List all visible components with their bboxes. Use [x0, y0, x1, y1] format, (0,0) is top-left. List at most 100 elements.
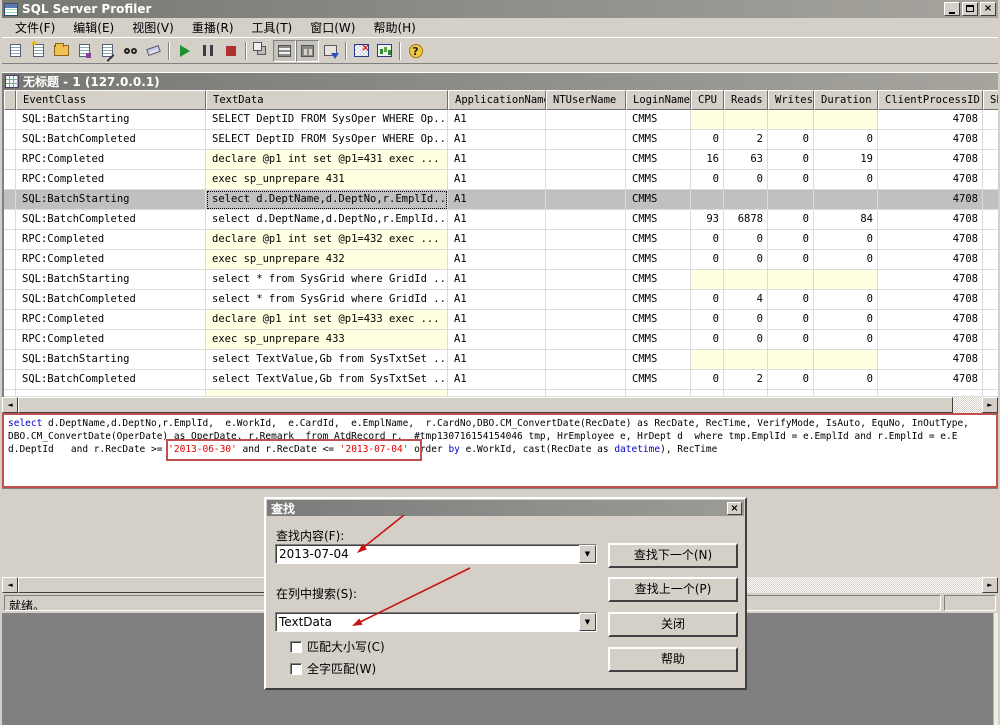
cell-spid[interactable]	[983, 350, 998, 370]
cell-writes[interactable]	[768, 390, 814, 397]
chevron-down-icon[interactable]: ▼	[579, 613, 596, 631]
cell-duration[interactable]	[814, 110, 878, 130]
cell-reads[interactable]: 6878	[724, 210, 768, 230]
checkbox-box[interactable]	[290, 641, 302, 653]
cell-reads[interactable]: 2	[724, 370, 768, 390]
cell-writes[interactable]	[768, 270, 814, 290]
new-template-icon[interactable]	[27, 40, 50, 62]
cell-applicationname[interactable]: A1	[448, 250, 546, 270]
cell-spid[interactable]	[983, 110, 998, 130]
cell-ntusername[interactable]	[546, 210, 626, 230]
checkbox-box[interactable]	[290, 663, 302, 675]
cell-applicationname[interactable]: A1	[448, 110, 546, 130]
cell-ntusername[interactable]	[546, 270, 626, 290]
cell-spid[interactable]	[983, 250, 998, 270]
cell-applicationname[interactable]: A1	[448, 370, 546, 390]
cell-ntusername[interactable]	[546, 350, 626, 370]
cell-loginname[interactable]: CMMS	[626, 210, 691, 230]
group-events-icon[interactable]	[250, 40, 273, 62]
cell-loginname[interactable]: CMMS	[626, 150, 691, 170]
cell-writes[interactable]: 0	[768, 370, 814, 390]
cell-spid[interactable]	[983, 370, 998, 390]
cell-writes[interactable]	[768, 190, 814, 210]
scroll-right-icon[interactable]: ►	[982, 577, 998, 593]
cell-duration[interactable]: 0	[814, 330, 878, 350]
cell-cpu[interactable]: 16	[691, 150, 724, 170]
cell-spid[interactable]	[983, 290, 998, 310]
cell-writes[interactable]: 0	[768, 130, 814, 150]
cell-cpu[interactable]: 93	[691, 210, 724, 230]
find-dialog-titlebar[interactable]: 查找 ×	[267, 500, 744, 516]
cell-rowselect[interactable]	[4, 230, 16, 250]
trace-window-titlebar[interactable]: 无标题 - 1 (127.0.0.1)	[2, 72, 998, 90]
cell-eventclass[interactable]: SQL:BatchStarting	[16, 350, 206, 370]
cell-eventclass[interactable]: RPC:Completed	[16, 250, 206, 270]
cell-rowselect[interactable]	[4, 390, 16, 397]
cell-writes[interactable]: 0	[768, 170, 814, 190]
cell-clientprocessid[interactable]	[878, 390, 983, 397]
cell-duration[interactable]	[814, 270, 878, 290]
cell-duration[interactable]: 0	[814, 290, 878, 310]
cell-duration[interactable]: 0	[814, 250, 878, 270]
cell-clientprocessid[interactable]: 4708	[878, 250, 983, 270]
open-trace-icon[interactable]	[50, 40, 73, 62]
cell-duration[interactable]: 84	[814, 210, 878, 230]
cell-textdata[interactable]: select d.DeptName,d.DeptNo,r.EmplId...	[206, 210, 448, 230]
cell-cpu[interactable]: 0	[691, 290, 724, 310]
cell-loginname[interactable]: CMMS	[626, 110, 691, 130]
table-row[interactable]	[4, 390, 998, 397]
grid-scroll-thumb[interactable]	[18, 397, 953, 413]
stop-trace-icon[interactable]	[219, 40, 242, 62]
cell-ntusername[interactable]	[546, 150, 626, 170]
find-prev-button[interactable]: 查找上一个(P)	[608, 577, 738, 602]
new-trace-icon[interactable]	[4, 40, 27, 62]
scroll-left-icon[interactable]: ◄	[2, 577, 18, 593]
chevron-down-icon[interactable]: ▼	[579, 545, 596, 563]
cell-loginname[interactable]: CMMS	[626, 290, 691, 310]
cell-reads[interactable]	[724, 190, 768, 210]
cell-cpu[interactable]	[691, 270, 724, 290]
cell-textdata[interactable]: select d.DeptName,d.DeptNo,r.EmplId...	[206, 190, 448, 210]
cell-duration[interactable]	[814, 190, 878, 210]
cell-rowselect[interactable]	[4, 350, 16, 370]
cell-applicationname[interactable]: A1	[448, 270, 546, 290]
cell-rowselect[interactable]	[4, 210, 16, 230]
cell-rowselect[interactable]	[4, 170, 16, 190]
cell-rowselect[interactable]	[4, 110, 16, 130]
menu-item-t[interactable]: 工具(T)	[243, 17, 302, 38]
cell-textdata[interactable]: SELECT DeptID FROM SysOper WHERE Op...	[206, 130, 448, 150]
cell-spid[interactable]	[983, 310, 998, 330]
cell-clientprocessid[interactable]: 4708	[878, 230, 983, 250]
cell-applicationname[interactable]: A1	[448, 170, 546, 190]
table-row[interactable]: SQL:BatchStartingselect d.DeptName,d.Dep…	[4, 190, 998, 210]
cell-loginname[interactable]: CMMS	[626, 370, 691, 390]
cell-cpu[interactable]: 0	[691, 310, 724, 330]
minimize-button[interactable]	[944, 2, 960, 16]
maximize-button[interactable]	[962, 2, 978, 16]
cell-writes[interactable]: 0	[768, 330, 814, 350]
cell-ntusername[interactable]	[546, 290, 626, 310]
cell-ntusername[interactable]	[546, 130, 626, 150]
cell-duration[interactable]: 0	[814, 230, 878, 250]
cell-spid[interactable]	[983, 130, 998, 150]
cell-cpu[interactable]: 0	[691, 250, 724, 270]
cell-ntusername[interactable]	[546, 110, 626, 130]
cell-cpu[interactable]	[691, 350, 724, 370]
cell-applicationname[interactable]: A1	[448, 350, 546, 370]
cell-eventclass[interactable]	[16, 390, 206, 397]
cell-writes[interactable]: 0	[768, 150, 814, 170]
cell-duration[interactable]	[814, 350, 878, 370]
cell-ntusername[interactable]	[546, 370, 626, 390]
cell-clientprocessid[interactable]: 4708	[878, 370, 983, 390]
cell-duration[interactable]: 0	[814, 370, 878, 390]
cell-clientprocessid[interactable]: 4708	[878, 110, 983, 130]
column-header-spid[interactable]: SPI	[983, 90, 998, 110]
cell-reads[interactable]	[724, 390, 768, 397]
table-row[interactable]: SQL:BatchStartingselect * from SysGrid w…	[4, 270, 998, 290]
cell-spid[interactable]	[983, 390, 998, 397]
table-row[interactable]: RPC:Completedexec sp_unprepare 433A1CMMS…	[4, 330, 998, 350]
cell-clientprocessid[interactable]: 4708	[878, 210, 983, 230]
cell-applicationname[interactable]: A1	[448, 290, 546, 310]
cell-rowselect[interactable]	[4, 270, 16, 290]
help-button[interactable]: 帮助	[608, 647, 738, 672]
